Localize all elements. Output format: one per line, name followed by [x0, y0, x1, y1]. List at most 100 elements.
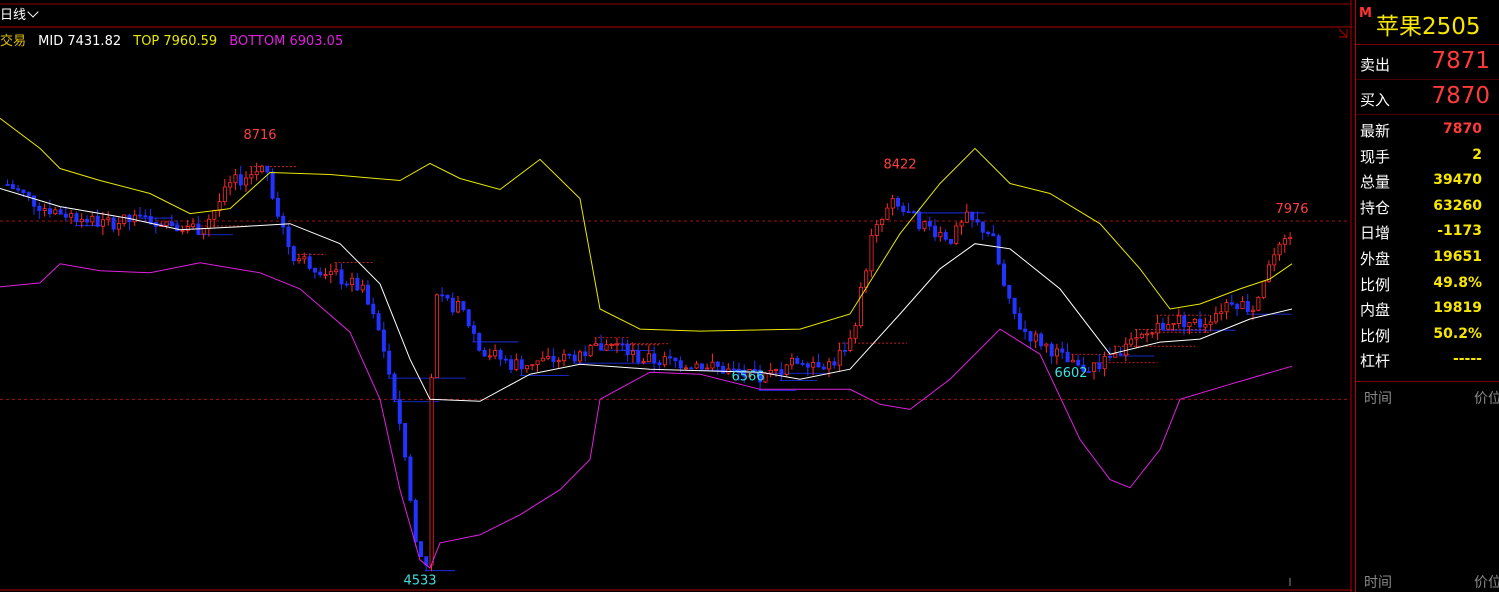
candle-body: [1108, 355, 1113, 358]
candle-body: [132, 214, 137, 223]
candle-body: [1261, 280, 1266, 298]
candle-body: [546, 355, 551, 359]
candle-body: [795, 357, 800, 364]
candle-body: [16, 188, 21, 191]
candle-body: [180, 229, 185, 232]
stat-row-outer-ratio: 比例 49.8%: [1356, 271, 1499, 297]
stat-row-leverage: 杠杆 -----: [1356, 347, 1499, 373]
candle-body: [1155, 322, 1160, 334]
candle-body: [662, 356, 667, 366]
candle-body: [5, 184, 10, 186]
candle-body: [291, 246, 296, 262]
candle-body: [1224, 302, 1229, 313]
candle-body: [228, 182, 233, 188]
candle-body: [705, 367, 710, 370]
candle-body: [970, 211, 975, 220]
stat-row-inner-ratio: 比例 50.2%: [1356, 322, 1499, 348]
candle-body: [116, 223, 121, 230]
candle-body: [811, 362, 816, 368]
stat-row-open-interest: 持仓 63260: [1356, 194, 1499, 220]
candle-body: [631, 350, 636, 356]
tick-price-header: 价位: [1474, 390, 1499, 407]
candle-body: [440, 294, 445, 297]
symbol-name[interactable]: 苹果2505: [1376, 7, 1481, 41]
period-selector[interactable]: 日线: [0, 4, 39, 23]
candle-body: [1044, 343, 1049, 347]
candle-body: [721, 365, 726, 374]
candle-body: [1033, 333, 1038, 342]
candle-body: [1129, 338, 1134, 345]
candle-body: [365, 284, 370, 305]
candle-body: [636, 350, 641, 363]
candle-body: [175, 225, 180, 232]
buy-quote[interactable]: 买入 7870: [1356, 80, 1499, 115]
candle-body: [949, 238, 954, 244]
candle-body: [1166, 324, 1171, 330]
candle-body: [1012, 297, 1017, 314]
candle-body: [880, 218, 885, 225]
candle-body: [689, 367, 694, 370]
candle-body: [1282, 238, 1287, 245]
stat-value: 50.2%: [1433, 325, 1482, 342]
candle-body: [498, 350, 503, 360]
kline-chart[interactable]: 8716 4533 6566 8422 6602 7976 日线 交易 MID 7431.…: [0, 0, 1352, 592]
candle-body: [450, 297, 455, 313]
chevron-down-icon[interactable]: [27, 6, 39, 18]
candle-body: [578, 351, 583, 362]
candle-body: [471, 325, 476, 334]
candle-body: [466, 309, 471, 327]
candle-body: [646, 353, 651, 362]
candle-body: [583, 351, 588, 357]
buy-value: 7870: [1431, 83, 1490, 109]
sell-quote[interactable]: 卖出 7871: [1356, 45, 1499, 80]
candle-body: [964, 211, 969, 223]
tick-price-header: 价位: [1474, 575, 1499, 591]
candle-body: [1086, 371, 1091, 373]
candle-body: [615, 343, 620, 346]
candle-body: [323, 274, 328, 277]
candle-body: [1134, 337, 1139, 340]
candle-body: [487, 355, 492, 358]
candle-body: [821, 366, 826, 370]
candle-body: [784, 364, 789, 375]
candle-body: [901, 205, 906, 212]
candle-body: [922, 221, 927, 230]
candle-body: [302, 256, 307, 260]
candle-body: [254, 171, 259, 176]
buy-label: 买入: [1360, 91, 1391, 109]
candle-body: [503, 358, 508, 361]
candle-body: [975, 219, 980, 223]
stat-label: 比例: [1360, 326, 1391, 345]
candle-body: [1113, 353, 1118, 358]
candle-body: [259, 165, 264, 173]
stat-row-outer: 外盘 19651: [1356, 245, 1499, 271]
candle-body: [673, 357, 678, 362]
candle-body: [1060, 348, 1065, 353]
stat-value: -----: [1452, 351, 1482, 368]
candle-body: [85, 218, 90, 223]
candle-body: [1145, 333, 1150, 336]
candle-body: [699, 363, 704, 370]
stat-row-daily-change: 日增 -1173: [1356, 219, 1499, 245]
chart-canvas[interactable]: 8716 4533 6566 8422 6602 7976: [0, 0, 1352, 592]
extreme-price-label: 6566: [731, 370, 764, 385]
candle-body: [1076, 359, 1081, 366]
candle-body: [482, 349, 487, 357]
candle-body: [191, 223, 196, 227]
stat-value: 19819: [1433, 300, 1482, 317]
stat-value: 63260: [1433, 197, 1482, 214]
candle-body: [843, 349, 848, 352]
candle-body: [1187, 322, 1192, 328]
candle-body: [58, 209, 63, 215]
candle-body: [1214, 313, 1219, 323]
candle-body: [567, 353, 572, 356]
candle-body: [48, 208, 53, 215]
candle-body: [943, 232, 948, 240]
market-mark: M: [1359, 6, 1372, 21]
candle-body: [376, 313, 381, 331]
candle-body: [1251, 309, 1256, 312]
legend-indicator-name: 交易: [0, 34, 27, 49]
period-label[interactable]: 日线: [0, 8, 26, 23]
candle-body: [1171, 323, 1176, 326]
candle-body: [1235, 303, 1240, 310]
